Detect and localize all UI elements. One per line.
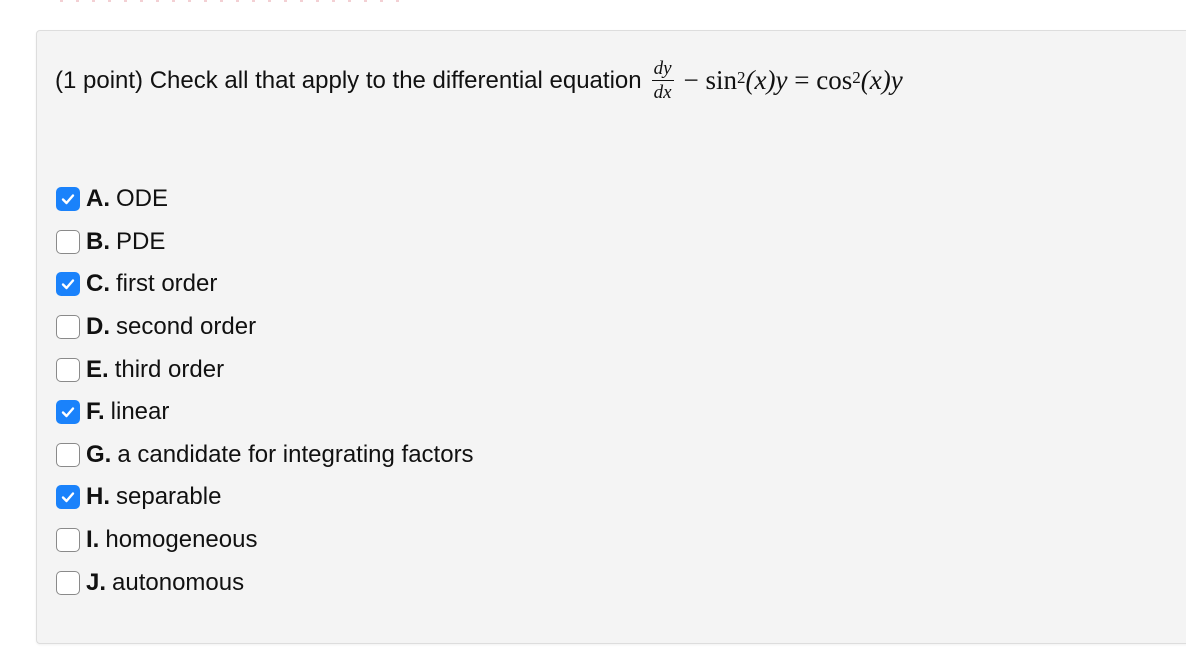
problem-panel: (1 point) Check all that apply to the di… bbox=[36, 30, 1186, 644]
checkbox[interactable] bbox=[56, 272, 80, 297]
option-a[interactable]: A. ODE bbox=[56, 178, 474, 221]
option-label: first order bbox=[116, 270, 218, 298]
option-letter: J. bbox=[86, 568, 107, 596]
option-label: second order bbox=[116, 313, 257, 341]
minus-sign: − bbox=[683, 65, 699, 95]
option-g[interactable]: G. a candidate for integrating factors bbox=[56, 434, 474, 477]
equals-sign: = bbox=[794, 65, 810, 95]
checkbox[interactable] bbox=[56, 229, 80, 254]
fraction-denominator: dx bbox=[653, 82, 672, 103]
option-d[interactable]: D. second order bbox=[56, 306, 474, 349]
differential-equation: dy dx − sin 2 (x)y = cos 2 (x)y bbox=[651, 58, 903, 103]
option-h[interactable]: H. separable bbox=[56, 476, 474, 519]
checkmark-icon bbox=[61, 407, 75, 418]
option-letter: D. bbox=[86, 313, 110, 341]
option-b[interactable]: B. PDE bbox=[56, 221, 474, 264]
option-letter: F. bbox=[86, 398, 105, 426]
checkbox[interactable] bbox=[56, 485, 80, 510]
fraction-numerator: dy bbox=[651, 58, 674, 81]
option-label: PDE bbox=[116, 227, 166, 255]
checkbox[interactable] bbox=[56, 442, 80, 467]
checkbox[interactable] bbox=[56, 357, 80, 382]
checkbox[interactable] bbox=[56, 315, 80, 340]
question-prompt: Check all that apply to the differential… bbox=[149, 66, 642, 94]
option-label: ODE bbox=[116, 185, 169, 213]
option-f[interactable]: F. linear bbox=[56, 391, 474, 434]
cos-function: cos bbox=[816, 65, 853, 95]
checkmark-icon bbox=[61, 279, 75, 290]
option-label: linear bbox=[110, 398, 170, 426]
option-letter: G. bbox=[86, 440, 112, 468]
option-e[interactable]: E. third order bbox=[56, 348, 474, 391]
option-letter: I. bbox=[86, 526, 100, 554]
option-label: homogeneous bbox=[105, 526, 258, 554]
answer-options: A. ODE B. PDE C. first order D. second o… bbox=[56, 178, 474, 604]
option-label: a candidate for integrating factors bbox=[117, 440, 474, 468]
option-letter: A. bbox=[86, 185, 110, 213]
option-letter: E. bbox=[86, 355, 109, 383]
option-i[interactable]: I. homogeneous bbox=[56, 519, 474, 562]
cos-argument: (x)y bbox=[860, 65, 903, 95]
cos-exponent: 2 bbox=[852, 67, 861, 87]
cut-off-text-fragment bbox=[60, 0, 400, 2]
option-label: autonomous bbox=[112, 568, 245, 596]
checkbox[interactable] bbox=[56, 187, 80, 212]
option-letter: H. bbox=[86, 483, 110, 511]
checkmark-icon bbox=[61, 492, 75, 503]
checkbox[interactable] bbox=[56, 400, 80, 425]
checkbox[interactable] bbox=[56, 528, 80, 553]
option-c[interactable]: C. first order bbox=[56, 263, 474, 306]
option-letter: C. bbox=[86, 270, 110, 298]
question-text: (1 point) Check all that apply to the di… bbox=[55, 59, 903, 102]
derivative-fraction: dy dx bbox=[651, 58, 674, 103]
sin-exponent: 2 bbox=[737, 67, 746, 87]
checkbox[interactable] bbox=[56, 570, 80, 595]
option-letter: B. bbox=[86, 227, 110, 255]
option-label: third order bbox=[114, 355, 225, 383]
sin-argument: (x)y bbox=[745, 65, 788, 95]
sin-function: sin bbox=[705, 65, 738, 95]
option-label: separable bbox=[116, 483, 222, 511]
checkmark-icon bbox=[61, 194, 75, 205]
points-label: (1 point) bbox=[55, 66, 144, 94]
option-j[interactable]: J. autonomous bbox=[56, 561, 474, 604]
